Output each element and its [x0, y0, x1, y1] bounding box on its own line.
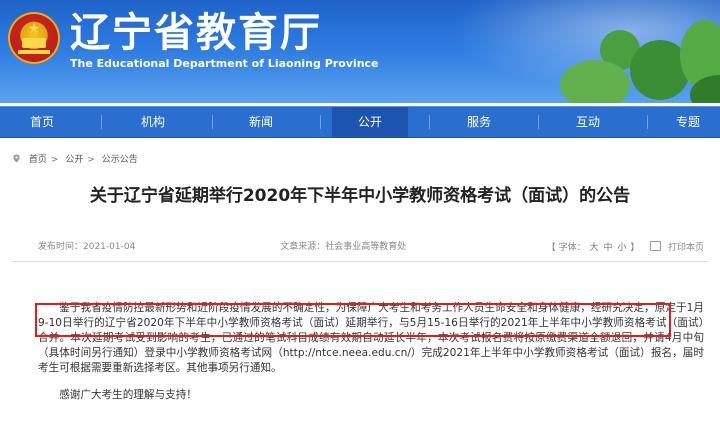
printer-icon[interactable] — [650, 241, 662, 251]
nav-item-services[interactable]: 服务 — [441, 107, 517, 137]
banner-tree — [560, 60, 630, 103]
national-emblem-icon[interactable]: ★ — [8, 12, 60, 64]
article-source: 文章来源：社会事业高等教育处 — [280, 242, 407, 252]
nav-item-news[interactable]: 新闻 — [223, 107, 299, 137]
breadcrumb-public[interactable]: 公开 — [65, 155, 83, 165]
nav-item-topics[interactable]: 专题 — [659, 107, 717, 137]
font-size-small-button[interactable]: 小 — [617, 243, 626, 253]
nav-item-public[interactable]: 公开 — [332, 107, 408, 137]
nav-item-organization[interactable]: 机构 — [115, 107, 191, 137]
main-nav: 首页 机构 新闻 公开 服务 互动 专题 — [0, 106, 720, 138]
font-size-medium-button[interactable]: 中 — [603, 243, 612, 253]
publish-time: 发布时间：2021-01-04 — [38, 242, 136, 252]
article-paragraph: 鉴于我省疫情防控最新形势和近阶段疫情发展的不确定性，为保障广大考生和考务工作人员… — [38, 302, 704, 375]
print-button[interactable]: 打印本页 — [668, 243, 704, 253]
article-paragraph: 感谢广大考生的理解与支持！ — [59, 389, 197, 402]
header-banner: ★ 辽宁省教育厅 The Educational Department of L… — [0, 0, 720, 103]
nav-item-home[interactable]: 首页 — [4, 107, 80, 137]
site-title[interactable]: 辽宁省教育厅 — [70, 10, 322, 56]
font-size-label: 【 字体： — [546, 243, 586, 253]
divider — [12, 261, 708, 262]
font-size-close: 】 — [630, 243, 640, 253]
font-size-large-button[interactable]: 大 — [590, 243, 599, 253]
breadcrumb-home[interactable]: 首页 — [29, 155, 47, 165]
breadcrumb: 首页 > 公开 > 公示公告 — [12, 154, 138, 166]
nav-item-interaction[interactable]: 互动 — [550, 107, 626, 137]
article-body: 鉴于我省疫情防控最新形势和近阶段疫情发展的不确定性，为保障广大考生和考务工作人员… — [38, 301, 704, 404]
article-meta: 发布时间：2021-01-04 文章来源：社会事业高等教育处 — [38, 241, 406, 253]
site-subtitle: The Educational Department of Liaoning P… — [70, 57, 379, 70]
article-tools: 【 字体： 大 中 小 】 打印本页 — [547, 241, 704, 254]
location-pin-icon — [13, 154, 20, 163]
article-title: 关于辽宁省延期举行2020年下半年中小学教师资格考试（面试）的公告 — [89, 186, 631, 206]
breadcrumb-announcements[interactable]: 公示公告 — [102, 155, 138, 165]
